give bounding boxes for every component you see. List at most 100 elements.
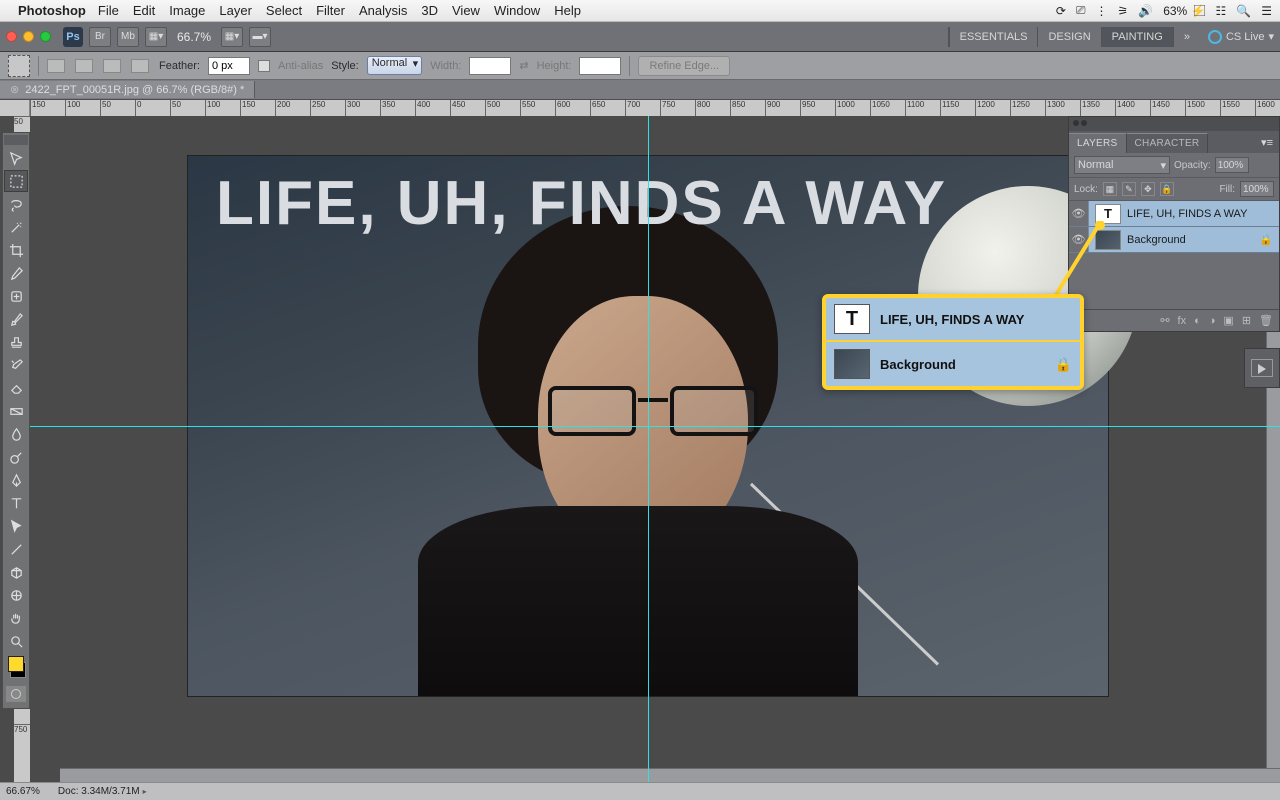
- character-tab[interactable]: CHARACTER: [1127, 133, 1209, 153]
- minibridge-button[interactable]: Mb: [117, 27, 139, 47]
- bluetooth-icon[interactable]: ⋮: [1095, 4, 1107, 18]
- style-select[interactable]: Normal ▾: [367, 56, 422, 75]
- menu-extras-icon[interactable]: ☰: [1261, 4, 1272, 18]
- link-layers-icon[interactable]: ⚯: [1160, 314, 1169, 327]
- stamp-tool[interactable]: [4, 331, 28, 353]
- menu-filter[interactable]: Filter: [316, 3, 345, 18]
- text-layer-rendered[interactable]: LIFE, UH, FINDS A WAY: [216, 168, 947, 239]
- feather-input[interactable]: [208, 57, 250, 75]
- layer-fx-icon[interactable]: fx: [1178, 315, 1187, 327]
- panel-menu-icon[interactable]: ▾≡: [1255, 132, 1279, 153]
- horizontal-guide[interactable]: [30, 426, 1280, 427]
- pen-tool[interactable]: [4, 469, 28, 491]
- path-selection-tool[interactable]: [4, 515, 28, 537]
- view-extras-button[interactable]: ▦▾: [145, 27, 167, 47]
- new-layer-icon[interactable]: ⊞: [1242, 314, 1251, 327]
- airplay-icon[interactable]: ⎚: [1076, 3, 1086, 18]
- width-input[interactable]: [469, 57, 511, 75]
- sync-icon[interactable]: ⟳: [1056, 4, 1066, 18]
- menu-3d[interactable]: 3D: [421, 3, 438, 18]
- heal-tool[interactable]: [4, 285, 28, 307]
- menu-layer[interactable]: Layer: [219, 3, 252, 18]
- date-icon[interactable]: ☷: [1216, 4, 1227, 18]
- volume-icon[interactable]: 🔊: [1138, 4, 1153, 18]
- battery-status[interactable]: 63% ⚡⃞: [1163, 2, 1205, 19]
- close-window-button[interactable]: [6, 31, 17, 42]
- arrange-documents-button[interactable]: ▦▾: [221, 27, 243, 47]
- wifi-icon[interactable]: ⚞: [1117, 4, 1128, 18]
- menu-window[interactable]: Window: [494, 3, 540, 18]
- zoom-window-button[interactable]: [40, 31, 51, 42]
- line-tool[interactable]: [4, 538, 28, 560]
- layer-row[interactable]: 👁 T LIFE, UH, FINDS A WAY: [1069, 201, 1279, 227]
- ruler-origin[interactable]: [0, 100, 30, 116]
- layer-mask-icon[interactable]: ◐: [1194, 315, 1201, 327]
- new-group-icon[interactable]: ▣: [1223, 314, 1233, 327]
- minimize-window-button[interactable]: [23, 31, 34, 42]
- history-brush-tool[interactable]: [4, 354, 28, 376]
- menu-file[interactable]: File: [98, 3, 119, 18]
- lock-pixels-icon[interactable]: ✎: [1122, 182, 1136, 196]
- gradient-tool[interactable]: [4, 400, 28, 422]
- lasso-tool[interactable]: [4, 193, 28, 215]
- status-zoom[interactable]: 66.67%: [6, 786, 40, 797]
- current-tool-icon[interactable]: [8, 55, 30, 77]
- height-input[interactable]: [579, 57, 621, 75]
- cs-live-button[interactable]: CS Live ▾: [1208, 30, 1274, 44]
- lock-position-icon[interactable]: ✥: [1141, 182, 1155, 196]
- zoom-level[interactable]: 66.7%: [177, 30, 211, 44]
- status-doc-size[interactable]: Doc: 3.34M/3.71M▸: [58, 786, 147, 797]
- antialias-checkbox[interactable]: [258, 60, 270, 72]
- refine-edge-button[interactable]: Refine Edge...: [638, 56, 730, 76]
- workspace-design[interactable]: DESIGN: [1037, 27, 1100, 47]
- tools-panel-grip[interactable]: [4, 135, 28, 145]
- collapsed-panel[interactable]: [1244, 348, 1280, 388]
- layers-tab[interactable]: LAYERS: [1069, 133, 1127, 153]
- crop-tool[interactable]: [4, 239, 28, 261]
- eyedropper-tool[interactable]: [4, 262, 28, 284]
- blur-tool[interactable]: [4, 423, 28, 445]
- document-tab[interactable]: ⊗ 2422_FPT_00051R.jpg @ 66.7% (RGB/8#) *: [0, 81, 255, 98]
- wand-tool[interactable]: [4, 216, 28, 238]
- delete-layer-icon[interactable]: 🗑: [1259, 314, 1273, 327]
- 3d-camera-tool[interactable]: [4, 584, 28, 606]
- opacity-input[interactable]: 100%: [1215, 157, 1249, 173]
- horizontal-ruler[interactable]: 1501005005010015020025030035040045050055…: [30, 100, 1280, 116]
- hand-tool[interactable]: [4, 607, 28, 629]
- horizontal-scrollbar[interactable]: [60, 768, 1280, 782]
- menu-edit[interactable]: Edit: [133, 3, 155, 18]
- lock-transparency-icon[interactable]: ▦: [1103, 182, 1117, 196]
- screen-mode-button[interactable]: ▬▾: [249, 27, 271, 47]
- foreground-color-swatch[interactable]: [8, 656, 24, 672]
- layer-name[interactable]: LIFE, UH, FINDS A WAY: [1127, 208, 1247, 220]
- lock-all-icon[interactable]: 🔒: [1160, 182, 1174, 196]
- app-name[interactable]: Photoshop: [18, 3, 86, 18]
- layer-name[interactable]: Background: [1127, 234, 1186, 246]
- menu-image[interactable]: Image: [169, 3, 205, 18]
- add-selection-button[interactable]: [75, 59, 93, 73]
- zoom-tool[interactable]: [4, 630, 28, 652]
- menu-select[interactable]: Select: [266, 3, 302, 18]
- marquee-tool[interactable]: [4, 170, 28, 192]
- dodge-tool[interactable]: [4, 446, 28, 468]
- menu-view[interactable]: View: [452, 3, 480, 18]
- vertical-guide[interactable]: [648, 116, 649, 782]
- new-selection-button[interactable]: [47, 59, 65, 73]
- eraser-tool[interactable]: [4, 377, 28, 399]
- color-swatches[interactable]: [4, 656, 28, 682]
- brush-tool[interactable]: [4, 308, 28, 330]
- visibility-toggle-icon[interactable]: 👁: [1069, 201, 1089, 226]
- workspace-more-button[interactable]: »: [1173, 27, 1200, 47]
- fill-input[interactable]: 100%: [1240, 181, 1274, 197]
- panel-grip[interactable]: [1069, 117, 1279, 131]
- visibility-toggle-icon[interactable]: 👁: [1069, 227, 1089, 252]
- type-tool[interactable]: [4, 492, 28, 514]
- bridge-button[interactable]: Br: [89, 27, 111, 47]
- move-tool[interactable]: [4, 147, 28, 169]
- layer-row[interactable]: 👁 Background 🔒: [1069, 227, 1279, 253]
- quick-mask-button[interactable]: [6, 686, 26, 702]
- menu-analysis[interactable]: Analysis: [359, 3, 407, 18]
- workspace-essentials[interactable]: ESSENTIALS: [949, 27, 1038, 47]
- workspace-painting[interactable]: PAINTING: [1101, 27, 1173, 47]
- adjustment-layer-icon[interactable]: ◑: [1209, 315, 1216, 327]
